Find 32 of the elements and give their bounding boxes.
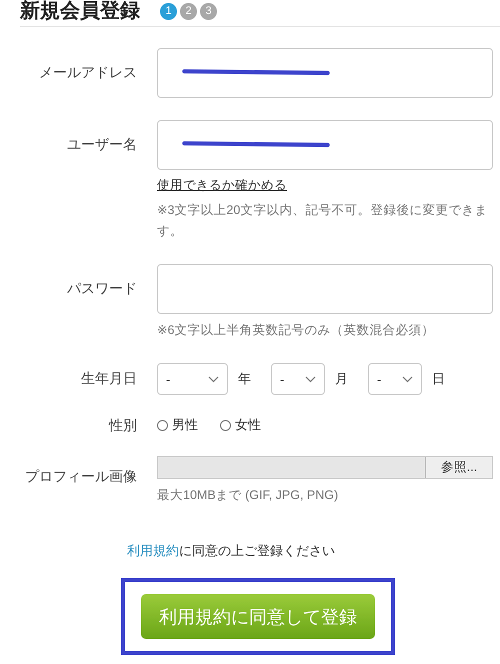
field-label: メールアドレス: [39, 63, 137, 82]
step-indicator: 1: [160, 2, 177, 20]
step-indicator: 2: [180, 2, 197, 20]
hint-text: ※6文字以上半角英数記号のみ（英数混合必須）: [157, 322, 436, 339]
step-indicator: 3: [200, 2, 217, 20]
select-dropdown[interactable]: -: [157, 363, 228, 395]
unit-label: 日: [432, 370, 445, 388]
field-label: 生年月日: [81, 369, 137, 388]
field-label: ユーザー名: [67, 135, 137, 154]
radio-option[interactable]: 男性: [157, 416, 198, 434]
hint-text: 最大10MBまで (GIF, JPG, PNG): [157, 487, 340, 504]
select-dropdown[interactable]: -: [271, 363, 325, 395]
browse-button[interactable]: 参照...: [425, 457, 492, 478]
agreement-text: 利用規約に同意の上ご登録ください: [126, 542, 336, 560]
radio-option[interactable]: 女性: [220, 416, 261, 434]
unit-label: 月: [335, 370, 348, 388]
input-field[interactable]: [157, 264, 493, 314]
chevron-down-icon: [208, 376, 219, 382]
check-link[interactable]: 使用できるか確かめる: [157, 177, 287, 194]
file-field[interactable]: 参照...: [157, 456, 493, 479]
page-title: 新規会員登録: [20, 0, 140, 22]
chevron-down-icon: [402, 376, 413, 382]
field-label: プロフィール画像: [25, 467, 137, 486]
terms-link[interactable]: 利用規約: [127, 543, 179, 558]
input-field[interactable]: [157, 48, 493, 98]
field-label: 性別: [109, 417, 137, 435]
unit-label: 年: [238, 370, 251, 388]
field-label: パスワード: [67, 279, 137, 298]
chevron-down-icon: [305, 376, 316, 382]
input-field[interactable]: [157, 120, 493, 170]
select-dropdown[interactable]: -: [368, 363, 422, 395]
hint-text: ※3文字以上20文字以内、記号不可。登録後に変更できます。: [157, 202, 488, 240]
